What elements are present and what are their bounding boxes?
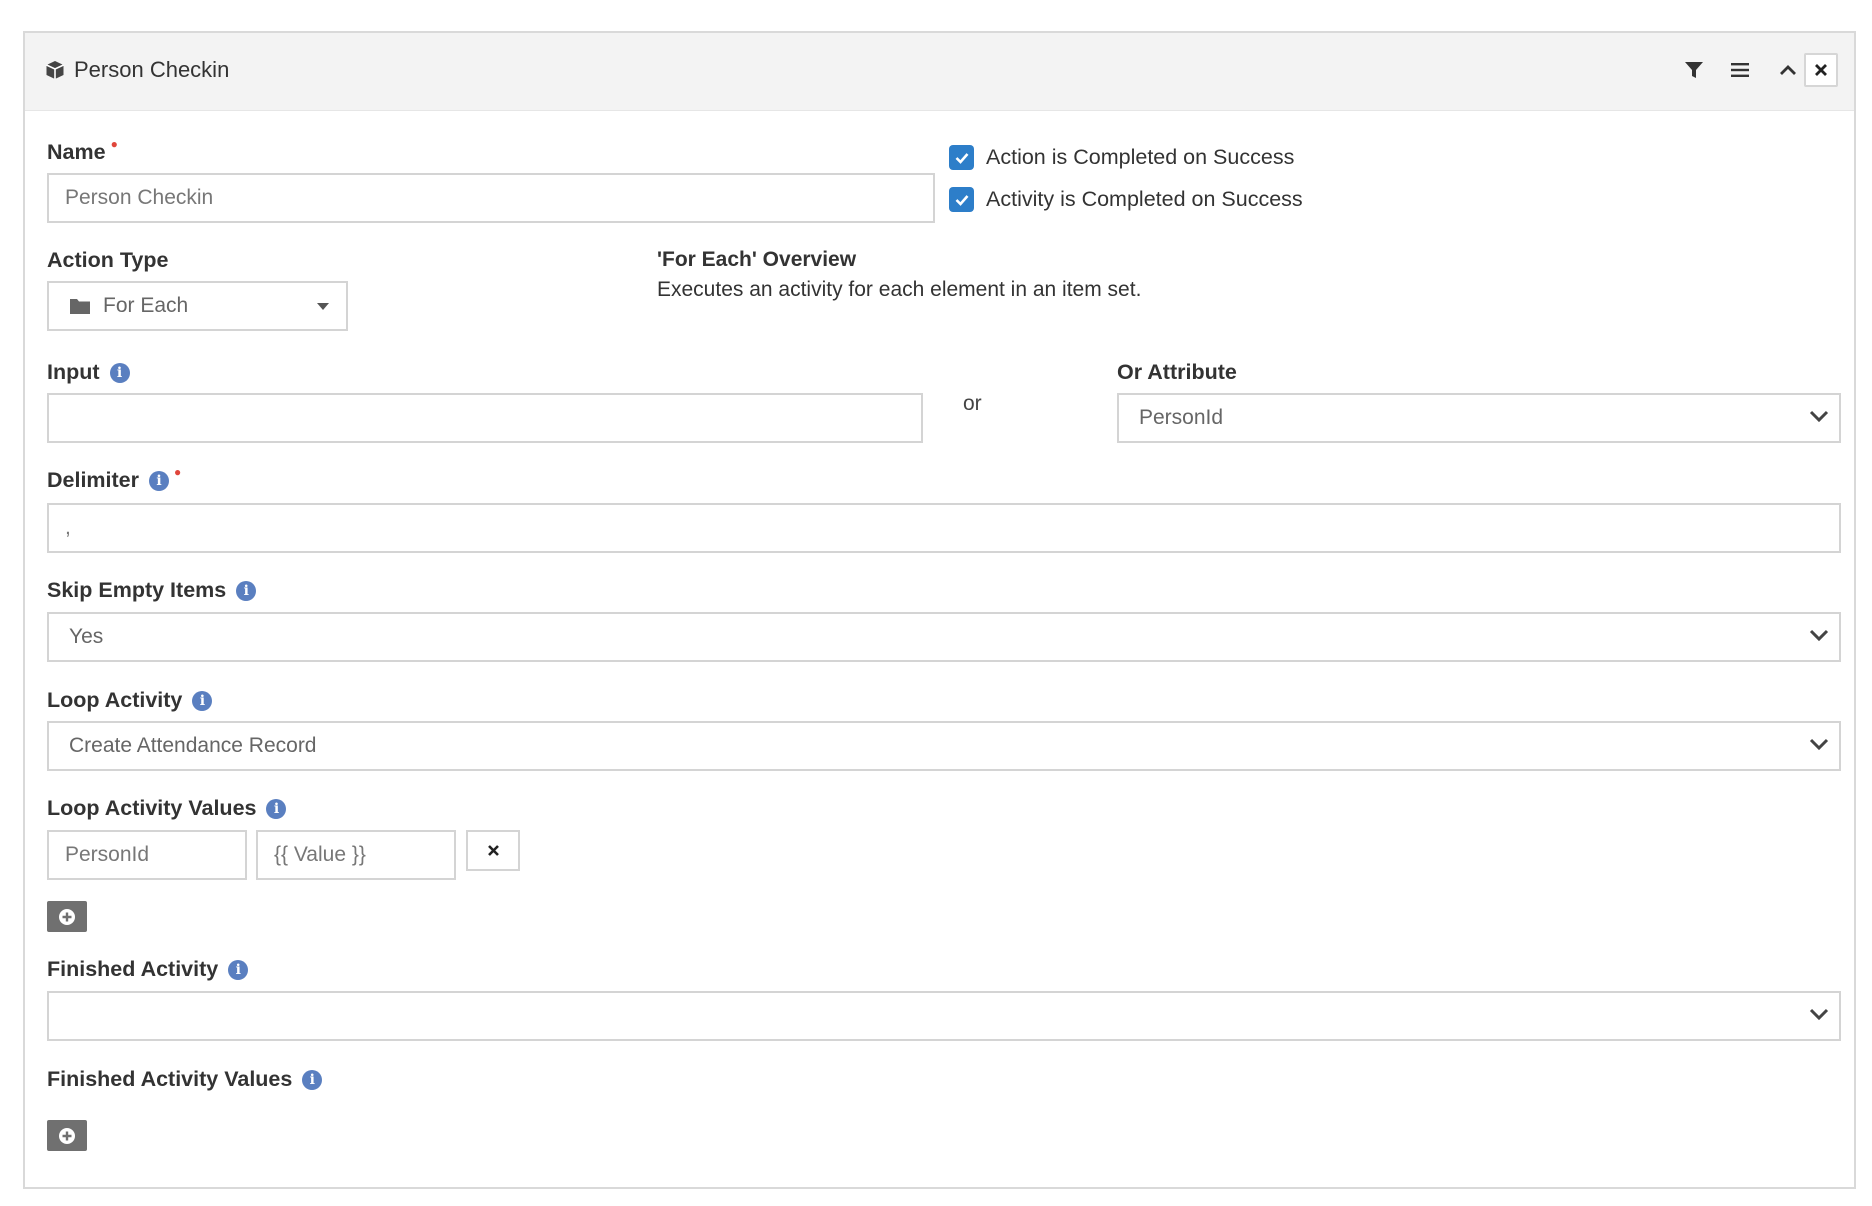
required-indicator: ● [174, 464, 182, 479]
add-loop-value-button[interactable] [47, 901, 87, 932]
chevron-down-icon [1809, 738, 1829, 751]
caret-down-icon [317, 303, 329, 310]
panel-header: Person Checkin [25, 33, 1854, 111]
delimiter-label: Delimiter i ● [47, 464, 182, 493]
finished-activity-label-text: Finished Activity [47, 957, 219, 981]
action-type-value: For Each [103, 294, 189, 317]
or-attribute-select[interactable]: PersonId [1117, 393, 1841, 443]
action-completed-checkbox[interactable]: Action is Completed on Success [949, 145, 1294, 170]
menu-button[interactable] [1723, 53, 1757, 87]
plus-circle-icon [59, 908, 75, 925]
input-label-text: Input [47, 360, 100, 384]
activity-completed-label: Activity is Completed on Success [986, 187, 1303, 211]
folder-icon [70, 299, 90, 314]
info-icon[interactable]: i [236, 580, 257, 601]
add-finished-value-button[interactable] [47, 1120, 87, 1151]
action-panel: Person Checkin Name ● Person Checkin Act… [23, 31, 1856, 1189]
chevron-down-icon [1809, 629, 1829, 642]
input-label: Input i [47, 360, 130, 385]
info-icon[interactable]: i [266, 798, 287, 819]
action-type-select[interactable]: For Each [47, 281, 348, 331]
loop-activity-values-label-text: Loop Activity Values [47, 796, 257, 820]
name-label-text: Name [47, 140, 106, 164]
info-icon[interactable]: i [149, 470, 170, 491]
loop-activity-values-label: Loop Activity Values i [47, 796, 287, 821]
checkbox-checked-icon [949, 187, 974, 212]
panel-title-text: Person Checkin [74, 57, 230, 82]
menu-icon [1731, 63, 1749, 77]
skip-empty-label: Skip Empty Items i [47, 578, 257, 603]
skip-empty-value: Yes [69, 625, 104, 648]
or-attribute-label: Or Attribute [1117, 360, 1237, 384]
cube-icon [46, 61, 64, 79]
info-icon[interactable]: i [109, 362, 130, 383]
name-label: Name ● [47, 136, 118, 165]
loop-activity-label-text: Loop Activity [47, 688, 183, 712]
close-button[interactable] [1804, 53, 1838, 87]
filter-icon [1685, 62, 1703, 78]
checkbox-checked-icon [949, 145, 974, 170]
finished-activity-values-label: Finished Activity Values i [47, 1067, 323, 1092]
delimiter-input[interactable]: , [47, 503, 1841, 553]
finished-activity-select[interactable] [47, 991, 1841, 1041]
info-icon[interactable]: i [228, 959, 249, 980]
or-attribute-value: PersonId [1139, 406, 1224, 429]
delimiter-label-text: Delimiter [47, 468, 140, 492]
input-field[interactable] [47, 393, 923, 443]
panel-title: Person Checkin [45, 57, 229, 83]
chevron-down-icon [1809, 1008, 1829, 1021]
filter-button[interactable] [1677, 53, 1711, 87]
chevron-up-icon [1780, 65, 1796, 75]
finished-activity-values-label-text: Finished Activity Values [47, 1067, 293, 1091]
loop-value-value-input[interactable]: {{ Value }} [256, 830, 456, 880]
remove-value-button[interactable] [466, 830, 520, 871]
or-text: or [963, 392, 982, 415]
loop-activity-value: Create Attendance Record [69, 734, 317, 757]
skip-empty-label-text: Skip Empty Items [47, 578, 227, 602]
activity-completed-checkbox[interactable]: Activity is Completed on Success [949, 187, 1303, 212]
overview-title: 'For Each' Overview [657, 248, 857, 271]
loop-activity-label: Loop Activity i [47, 688, 213, 713]
plus-circle-icon [59, 1127, 75, 1144]
action-type-label: Action Type [47, 248, 169, 272]
finished-activity-label: Finished Activity i [47, 957, 249, 982]
required-indicator: ● [110, 136, 118, 151]
collapse-button[interactable] [1771, 53, 1805, 87]
name-input[interactable]: Person Checkin [47, 173, 935, 223]
close-icon [487, 845, 499, 856]
loop-value-key-input[interactable]: PersonId [47, 830, 247, 880]
info-icon[interactable]: i [302, 1069, 323, 1090]
close-icon [1815, 64, 1827, 76]
action-completed-label: Action is Completed on Success [986, 145, 1295, 169]
loop-activity-select[interactable]: Create Attendance Record [47, 721, 1841, 771]
overview-description: Executes an activity for each element in… [657, 278, 1142, 301]
chevron-down-icon [1809, 410, 1829, 423]
info-icon[interactable]: i [192, 690, 213, 711]
skip-empty-select[interactable]: Yes [47, 612, 1841, 662]
